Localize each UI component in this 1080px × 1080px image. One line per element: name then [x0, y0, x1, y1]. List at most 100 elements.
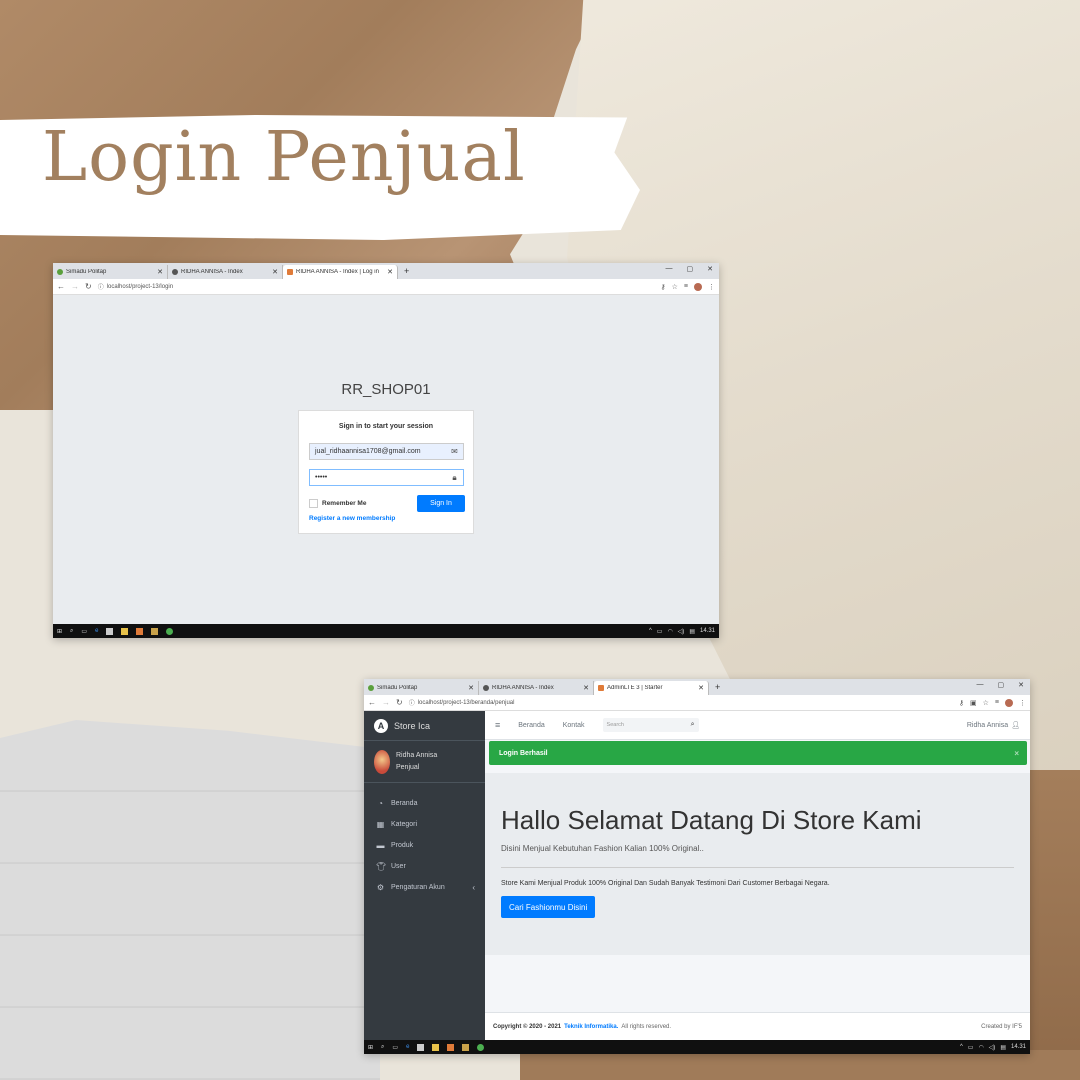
shirt-icon: 👕︎	[376, 862, 387, 871]
chrome-icon[interactable]	[166, 627, 174, 635]
close-tab-icon[interactable]: ✕	[698, 684, 704, 692]
email-input[interactable]: jual_ridhaannisa1708@gmail.com	[310, 444, 446, 459]
lock-icon: 🔒︎	[452, 472, 457, 482]
minimize-icon[interactable]: —	[666, 265, 673, 273]
maximize-icon[interactable]: ▢	[687, 265, 694, 273]
password-input[interactable]: •••••	[310, 470, 446, 485]
clock[interactable]: 14.31	[700, 628, 715, 634]
windows-start-icon[interactable]: ⊞	[368, 1044, 373, 1051]
tray-chevron-icon[interactable]: ^	[649, 628, 652, 634]
volume-icon[interactable]: ◁)	[989, 1044, 996, 1051]
footer-org-link[interactable]: Teknik Informatika.	[564, 1024, 618, 1030]
battery-icon[interactable]: ▭	[657, 628, 663, 635]
wifi-icon[interactable]: ◠	[667, 628, 672, 635]
new-tab-icon[interactable]: +	[398, 266, 415, 276]
store-icon[interactable]	[417, 1043, 425, 1051]
key-icon[interactable]: ⚷	[660, 283, 665, 291]
tab-bar: Simadu Politap ✕ RIDHA ANNISA - Index ✕ …	[364, 679, 1030, 695]
sidebar: A Store Ica Ridha Annisa Penjual ◔ Beran…	[364, 711, 485, 1040]
sign-in-button[interactable]: Sign In	[417, 495, 465, 512]
notification-icon[interactable]: ▤	[689, 628, 695, 635]
sidebar-item-kategori[interactable]: ▦ Kategori	[364, 814, 485, 835]
search-icon[interactable]: ⌕	[70, 628, 73, 635]
cari-fashion-button[interactable]: Cari Fashionmu Disini	[501, 896, 596, 918]
edge-icon[interactable]: e	[406, 1044, 409, 1050]
folder-icon[interactable]	[432, 1043, 440, 1051]
url-field[interactable]: ⓘ localhost/project-13/login	[98, 282, 655, 292]
sidebar-item-pengaturan-akun[interactable]: ⚙ Pengaturan Akun ‹	[364, 877, 485, 898]
close-icon[interactable]: ×	[1014, 749, 1019, 758]
url-field[interactable]: ⓘ localhost/project-13/beranda/penjual	[409, 698, 953, 708]
back-icon[interactable]: ←	[57, 282, 65, 291]
folder-icon[interactable]	[121, 627, 129, 635]
sidebar-item-produk[interactable]: ▬ Produk	[364, 835, 485, 856]
browser-tab[interactable]: Simadu Politap ✕	[53, 265, 168, 279]
app-icon[interactable]	[447, 1043, 455, 1051]
email-field[interactable]: jual_ridhaannisa1708@gmail.com ✉	[309, 443, 464, 460]
browser-tab-active[interactable]: AdminLTE 3 | Starter ✕	[594, 681, 709, 695]
minimize-icon[interactable]: —	[977, 681, 984, 689]
close-tab-icon[interactable]: ✕	[468, 684, 474, 692]
reload-icon[interactable]: ↻	[396, 698, 403, 707]
chrome-icon[interactable]	[477, 1043, 485, 1051]
address-bar: ← → ↻ ⓘ localhost/project-13/beranda/pen…	[364, 695, 1030, 711]
forward-icon[interactable]: →	[71, 282, 79, 291]
wifi-icon[interactable]: ◠	[978, 1044, 983, 1051]
login-logo[interactable]: RR_SHOP01	[53, 381, 719, 398]
close-tab-icon[interactable]: ✕	[387, 268, 393, 276]
hamburger-icon[interactable]: ≡	[495, 720, 500, 730]
maximize-icon[interactable]: ▢	[998, 681, 1005, 689]
register-link[interactable]: Register a new membership	[309, 515, 395, 522]
battery-icon[interactable]: ▭	[968, 1044, 974, 1051]
star-icon[interactable]: ☆	[983, 699, 989, 707]
task-view-icon[interactable]: ▭	[392, 1044, 398, 1051]
password-field[interactable]: ••••• 🔒︎	[309, 469, 464, 486]
clock[interactable]: 14.31	[1011, 1044, 1026, 1050]
browser-tab[interactable]: RIDHA ANNISA - Index ✕	[479, 681, 594, 695]
close-window-icon[interactable]: ✕	[1018, 681, 1024, 689]
browser-tab-active[interactable]: RIDHA ANNISA - Index | Log in ✕	[283, 265, 398, 279]
store-icon[interactable]	[106, 627, 114, 635]
search-input[interactable]: Search ⌕	[602, 718, 699, 732]
profile-avatar[interactable]	[694, 282, 702, 291]
profile-avatar[interactable]	[1005, 698, 1013, 707]
star-icon[interactable]: ☆	[672, 283, 678, 291]
nav-link-beranda[interactable]: Beranda	[518, 722, 544, 729]
tray-chevron-icon[interactable]: ^	[960, 1044, 963, 1050]
app-icon[interactable]	[462, 1043, 470, 1051]
app-icon[interactable]	[136, 627, 144, 635]
close-tab-icon[interactable]: ✕	[272, 268, 278, 276]
browser-tab[interactable]: RIDHA ANNISA - Index ✕	[168, 265, 283, 279]
notification-icon[interactable]: ▤	[1000, 1044, 1006, 1051]
reload-icon[interactable]: ↻	[85, 282, 92, 291]
playlist-icon[interactable]: ≡	[995, 699, 999, 706]
nav-link-kontak[interactable]: Kontak	[563, 722, 585, 729]
brand-link[interactable]: A Store Ica	[364, 711, 485, 741]
new-tab-icon[interactable]: +	[709, 682, 726, 692]
app-icon[interactable]	[151, 627, 159, 635]
volume-icon[interactable]: ◁)	[678, 628, 685, 635]
user-role: Penjual	[396, 763, 420, 771]
key-icon[interactable]: ⚷	[959, 699, 964, 707]
sidebar-item-user[interactable]: 👕︎ User	[364, 856, 485, 877]
search-icon[interactable]: ⌕	[691, 721, 695, 729]
browser-tab[interactable]: Simadu Politap ✕	[364, 681, 479, 695]
close-tab-icon[interactable]: ✕	[157, 268, 163, 276]
sidebar-item-beranda[interactable]: ◔ Beranda	[364, 793, 485, 814]
remember-me[interactable]: Remember Me	[309, 499, 366, 508]
playlist-icon[interactable]: ≡	[684, 283, 688, 290]
close-window-icon[interactable]: ✕	[707, 265, 713, 273]
menu-dots-icon[interactable]: ⋮	[1019, 699, 1026, 707]
remember-checkbox[interactable]	[309, 499, 318, 508]
close-tab-icon[interactable]: ✕	[583, 684, 589, 692]
translate-icon[interactable]: ▣	[970, 699, 977, 707]
task-view-icon[interactable]: ▭	[81, 628, 87, 635]
forward-icon[interactable]: →	[382, 698, 390, 707]
edge-icon[interactable]: e	[95, 628, 98, 634]
windows-start-icon[interactable]: ⊞	[57, 628, 62, 635]
back-icon[interactable]: ←	[368, 698, 376, 707]
user-panel[interactable]: Ridha Annisa Penjual	[364, 741, 485, 783]
search-icon[interactable]: ⌕	[381, 1044, 384, 1051]
menu-dots-icon[interactable]: ⋮	[708, 283, 715, 291]
nav-user-menu[interactable]: Ridha Annisa 👤︎	[967, 721, 1020, 730]
